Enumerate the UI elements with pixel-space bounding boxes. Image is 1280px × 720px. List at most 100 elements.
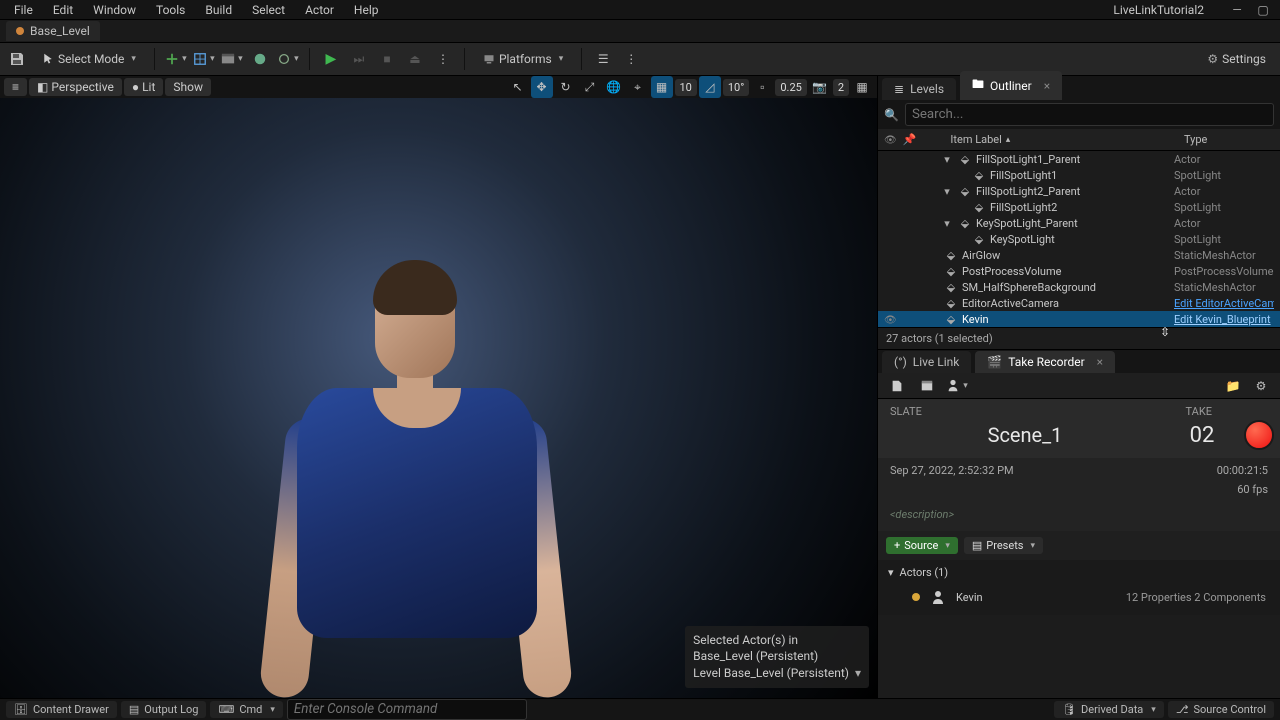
browse-take-icon[interactable]: 📁 <box>1222 375 1244 397</box>
eject-button[interactable]: ⏏ <box>404 48 426 70</box>
coord-space-icon[interactable]: 🌐 <box>603 76 625 98</box>
outliner-row[interactable]: ⬙FillSpotLight2SpotLight <box>878 199 1280 215</box>
menu-edit[interactable]: Edit <box>43 1 83 19</box>
cinematics-icon[interactable] <box>221 48 243 70</box>
scale-snap-value[interactable]: 0.25 <box>775 79 806 96</box>
menu-build[interactable]: Build <box>195 1 242 19</box>
angle-snap-icon[interactable]: ◿ <box>699 76 721 98</box>
stop-button[interactable]: ■ <box>376 48 398 70</box>
angle-snap-value[interactable]: 10° <box>723 79 749 96</box>
outliner-search-input[interactable] <box>905 103 1274 126</box>
record-button[interactable] <box>1244 420 1274 450</box>
menu-help[interactable]: Help <box>344 1 389 19</box>
menu-select[interactable]: Select <box>242 1 295 19</box>
viewport-3d[interactable]: Selected Actor(s) in Base_Level (Persist… <box>0 98 877 698</box>
scale-tool-icon[interactable]: ⤢ <box>579 76 601 98</box>
menu-actor[interactable]: Actor <box>295 1 344 19</box>
menu-tools[interactable]: Tools <box>146 1 195 19</box>
source-control-button[interactable]: ⎇ Source Control <box>1168 701 1274 718</box>
new-take-icon[interactable] <box>886 375 908 397</box>
outliner-row[interactable]: ▾⬙KeySpotLight_ParentActor <box>878 215 1280 231</box>
content-drawer-button[interactable]: 🗄 Content Drawer <box>6 701 117 718</box>
menu-file[interactable]: File <box>4 1 43 19</box>
close-icon[interactable]: × <box>1097 355 1103 369</box>
level-tab[interactable]: Base_Level <box>6 21 100 41</box>
chevron-down-icon[interactable]: ▾ <box>855 665 861 682</box>
close-icon[interactable]: × <box>1044 79 1050 93</box>
grid-snap-value[interactable]: 10 <box>675 79 697 96</box>
outliner-row[interactable]: ⬙PostProcessVolumePostProcessVolume <box>878 263 1280 279</box>
actor-row[interactable]: Kevin 12 Properties 2 Components <box>888 585 1270 609</box>
select-tool-icon[interactable]: ↖ <box>507 76 529 98</box>
take-number[interactable]: 02 <box>1172 423 1232 448</box>
outliner-row[interactable]: ▾⬙FillSpotLight1_ParentActor <box>878 151 1280 167</box>
blueprint-dropdown-icon[interactable] <box>193 48 215 70</box>
viewport-perspective[interactable]: ◧ Perspective <box>29 78 122 96</box>
resize-cursor-icon[interactable]: ⇳ <box>1160 325 1170 339</box>
viewport-lit[interactable]: ● Lit <box>124 78 164 96</box>
viewport-layout-icon[interactable]: ▦ <box>851 76 873 98</box>
skip-button[interactable]: ⏭ <box>348 48 370 70</box>
add-source-button[interactable]: + Source <box>886 537 958 554</box>
rotate-tool-icon[interactable]: ↻ <box>555 76 577 98</box>
platforms-dropdown[interactable]: Platforms <box>475 49 571 69</box>
viewport-menu[interactable]: ≡ <box>4 78 27 96</box>
window-maximize-icon[interactable]: ▢ <box>1250 3 1276 17</box>
tab-outliner[interactable]: 🖿 Outliner × <box>960 71 1062 100</box>
edit-blueprint-link[interactable]: Edit EditorActiveCamera <box>1174 297 1274 310</box>
visibility-column-icon[interactable] <box>884 133 897 146</box>
translate-tool-icon[interactable]: ✥ <box>531 76 553 98</box>
outliner-row[interactable]: ⬙FillSpotLight1SpotLight <box>878 167 1280 183</box>
presets-button[interactable]: ▤ Presets <box>964 537 1043 554</box>
tab-levels[interactable]: ≣ Levels <box>882 78 956 100</box>
terminal-icon: ⌨ <box>218 703 234 716</box>
review-take-icon[interactable] <box>916 375 938 397</box>
toolbar-more-icon[interactable]: ⋮ <box>620 48 642 70</box>
viewport-lit-label: Lit <box>142 80 155 94</box>
outliner-row[interactable]: ⬙KevinEdit Kevin_Blueprint <box>878 311 1280 327</box>
outliner-row[interactable]: ⬙EditorActiveCameraEdit EditorActiveCame… <box>878 295 1280 311</box>
take-options-icon[interactable] <box>946 375 968 397</box>
expand-icon[interactable]: ▾ <box>940 153 954 166</box>
outliner-row[interactable]: ⬙AirGlowStaticMeshActor <box>878 247 1280 263</box>
add-content-icon[interactable] <box>165 48 187 70</box>
visibility-icon[interactable] <box>884 313 898 326</box>
column-item-label[interactable]: Item Label ▴ <box>922 133 1178 146</box>
chevron-down-icon[interactable]: ▾ <box>888 566 894 579</box>
menu-window[interactable]: Window <box>83 1 146 19</box>
grid-snap-icon[interactable]: ▦ <box>651 76 673 98</box>
console-input[interactable] <box>287 699 527 720</box>
settings-button[interactable]: ⚙ Settings <box>1199 49 1274 69</box>
outliner-tree[interactable]: ▾⬙FillSpotLight1_ParentActor⬙FillSpotLig… <box>878 151 1280 327</box>
cmd-type-dropdown[interactable]: ⌨ Cmd <box>210 701 282 718</box>
actor-enabled-icon[interactable] <box>912 593 920 601</box>
column-type[interactable]: Type <box>1184 133 1274 146</box>
toolbar-extra-icon[interactable]: ☰ <box>592 48 614 70</box>
outliner-row[interactable]: ▾⬙FillSpotLight2_ParentActor <box>878 183 1280 199</box>
derived-data-button[interactable]: 🛢 Derived Data <box>1054 701 1164 718</box>
output-log-button[interactable]: ▤ Output Log <box>121 701 207 718</box>
tab-live-link[interactable]: (°) Live Link <box>882 351 971 373</box>
window-minimize-icon[interactable]: — <box>1224 3 1250 17</box>
tab-take-recorder[interactable]: 🎬 Take Recorder × <box>975 351 1115 373</box>
mode-selector[interactable]: Select Mode <box>34 49 144 69</box>
expand-icon[interactable]: ▾ <box>940 185 954 198</box>
slate-name[interactable]: Scene_1 <box>890 423 1160 447</box>
surface-snap-icon[interactable]: ⌖ <box>627 76 649 98</box>
viewport-show[interactable]: Show <box>165 78 211 96</box>
foliage-icon[interactable] <box>249 48 271 70</box>
outliner-row[interactable]: ⬙KeySpotLightSpotLight <box>878 231 1280 247</box>
take-settings-icon[interactable]: ⚙ <box>1250 375 1272 397</box>
outliner-row[interactable]: ⬙SM_HalfSphereBackgroundStaticMeshActor <box>878 279 1280 295</box>
pin-column-icon[interactable]: 📌 <box>903 133 917 146</box>
scale-snap-icon[interactable]: ▫ <box>751 76 773 98</box>
play-button[interactable]: ▶ <box>320 48 342 70</box>
edit-blueprint-link[interactable]: Edit Kevin_Blueprint <box>1174 313 1271 326</box>
take-description[interactable]: <description> <box>878 502 1280 531</box>
play-options-icon[interactable]: ⋮ <box>432 48 454 70</box>
landscape-icon[interactable] <box>277 48 299 70</box>
save-icon[interactable] <box>6 48 28 70</box>
camera-speed-value[interactable]: 2 <box>833 79 849 96</box>
camera-speed-icon[interactable]: 📷 <box>809 76 831 98</box>
expand-icon[interactable]: ▾ <box>940 217 954 230</box>
